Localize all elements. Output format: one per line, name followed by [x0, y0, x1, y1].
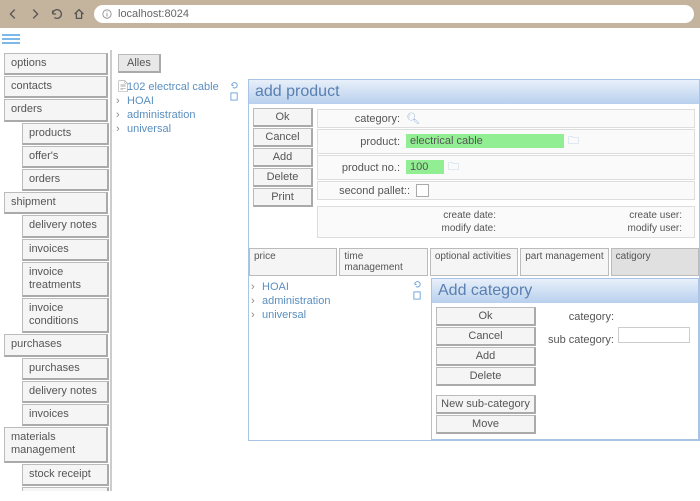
sidebar-item[interactable]: options [4, 53, 108, 75]
tree-item[interactable]: 📄︎102 electrcal cable [116, 79, 230, 94]
sidebar-item[interactable]: invoice treatments [22, 262, 109, 297]
sidebar-item[interactable]: purchases [22, 358, 109, 380]
forward-button[interactable] [28, 7, 42, 21]
panel-title: add product [249, 80, 699, 104]
reload-button[interactable] [50, 7, 64, 21]
info-icon [102, 9, 112, 19]
move-button[interactable]: Move [436, 415, 536, 434]
tree-item[interactable]: ›HOAI [251, 280, 411, 294]
subcategory-label: sub category: [544, 334, 618, 346]
home-button[interactable] [72, 7, 86, 21]
create-date-label: create date: [320, 210, 506, 221]
sidebar-item[interactable]: orders [22, 169, 109, 191]
product-label: product: [320, 136, 406, 148]
hamburger-menu[interactable] [0, 28, 700, 50]
page-icon[interactable] [230, 92, 239, 101]
sidebar-item[interactable]: invoices [22, 239, 109, 261]
sidebar-item[interactable]: invoices [22, 404, 109, 426]
sidebar: optionscontactsordersproductsoffer'sorde… [0, 50, 110, 491]
sidebar-item[interactable]: orders [4, 99, 108, 121]
product-no-input[interactable]: 100 [406, 160, 444, 174]
address-bar[interactable]: localhost:8024 [94, 5, 694, 23]
sidebar-item[interactable]: purchases [4, 334, 108, 356]
sidebar-item[interactable]: stock removal [22, 487, 109, 491]
tree-toolbar [413, 278, 431, 440]
sidebar-item[interactable]: products [22, 123, 109, 145]
category-label: category: [320, 113, 406, 125]
tree-item[interactable]: ›universal [116, 122, 230, 136]
product-input[interactable]: electrical cable [406, 134, 564, 148]
alles-button[interactable]: Alles [118, 54, 161, 73]
tree-toolbar [230, 79, 248, 441]
sidebar-item[interactable]: invoice conditions [22, 298, 109, 333]
add-product-panel: add product OkCancelAddDeletePrint categ… [248, 79, 700, 441]
sidebar-item[interactable]: shipment [4, 192, 108, 214]
category-tree: ›HOAI›administration›universal [249, 278, 413, 440]
panel-title: Add category [432, 279, 698, 303]
sidebar-item[interactable]: contacts [4, 76, 108, 98]
subcategory-input[interactable] [618, 327, 690, 343]
page-icon[interactable] [413, 291, 422, 300]
sidebar-item[interactable]: stock receipt [22, 464, 109, 486]
add-button[interactable]: Add [253, 148, 313, 167]
ok-button[interactable]: Ok [436, 307, 536, 326]
tab-price[interactable]: price [249, 248, 337, 276]
create-user-label: create user: [506, 210, 692, 221]
delete-button[interactable]: Delete [253, 168, 313, 187]
tab-catigory[interactable]: catigory [611, 248, 699, 276]
folder-icon[interactable]: 🗀 [448, 161, 459, 173]
sidebar-item[interactable]: delivery notes [22, 215, 109, 237]
refresh-icon[interactable] [230, 81, 239, 90]
tree-item[interactable]: ›universal [251, 308, 411, 322]
second-pallet-label: second pallet:: [320, 185, 416, 197]
sidebar-item[interactable]: materials management [4, 427, 108, 462]
product-no-label: product no.: [320, 162, 406, 174]
modify-user-label: modify user: [506, 223, 692, 234]
refresh-icon[interactable] [413, 280, 422, 289]
modify-date-label: modify date: [320, 223, 506, 234]
second-pallet-checkbox[interactable] [416, 184, 429, 197]
panel-button-column: OkCancelAddDeletePrint [253, 108, 313, 238]
sidebar-item[interactable]: offer's [22, 146, 109, 168]
tree-item[interactable]: ›administration [116, 108, 230, 122]
add-button[interactable]: Add [436, 347, 536, 366]
back-button[interactable] [6, 7, 20, 21]
sidebar-item[interactable]: delivery notes [22, 381, 109, 403]
category-label: category: [544, 311, 618, 323]
tab-bar: pricetime managementoptional activitiesp… [249, 248, 699, 276]
ok-button[interactable]: Ok [253, 108, 313, 127]
tab-part-management[interactable]: part management [520, 248, 608, 276]
delete-button[interactable]: Delete [436, 367, 536, 386]
print-button[interactable]: Print [253, 188, 313, 207]
url-text: localhost:8024 [118, 8, 189, 20]
browser-chrome: localhost:8024 [0, 0, 700, 28]
tree-item[interactable]: ›HOAI [116, 94, 230, 108]
product-tree: 📄︎102 electrcal cable›HOAI›administratio… [116, 79, 230, 441]
tab-time-management[interactable]: time management [339, 248, 427, 276]
cancel-button[interactable]: Cancel [253, 128, 313, 147]
cancel-button[interactable]: Cancel [436, 327, 536, 346]
tab-optional-activities[interactable]: optional activities [430, 248, 518, 276]
product-form: category:🔍︎ product:electrical cable 🗀 pr… [317, 108, 695, 238]
new-sub-category-button[interactable]: New sub-category [436, 395, 536, 414]
folder-icon[interactable]: 🗀 [568, 135, 579, 147]
search-icon[interactable]: 🔍︎ [406, 113, 420, 125]
tree-item[interactable]: ›administration [251, 294, 411, 308]
add-category-panel: Add category OkCancelAddDelete New sub-c… [431, 278, 699, 440]
